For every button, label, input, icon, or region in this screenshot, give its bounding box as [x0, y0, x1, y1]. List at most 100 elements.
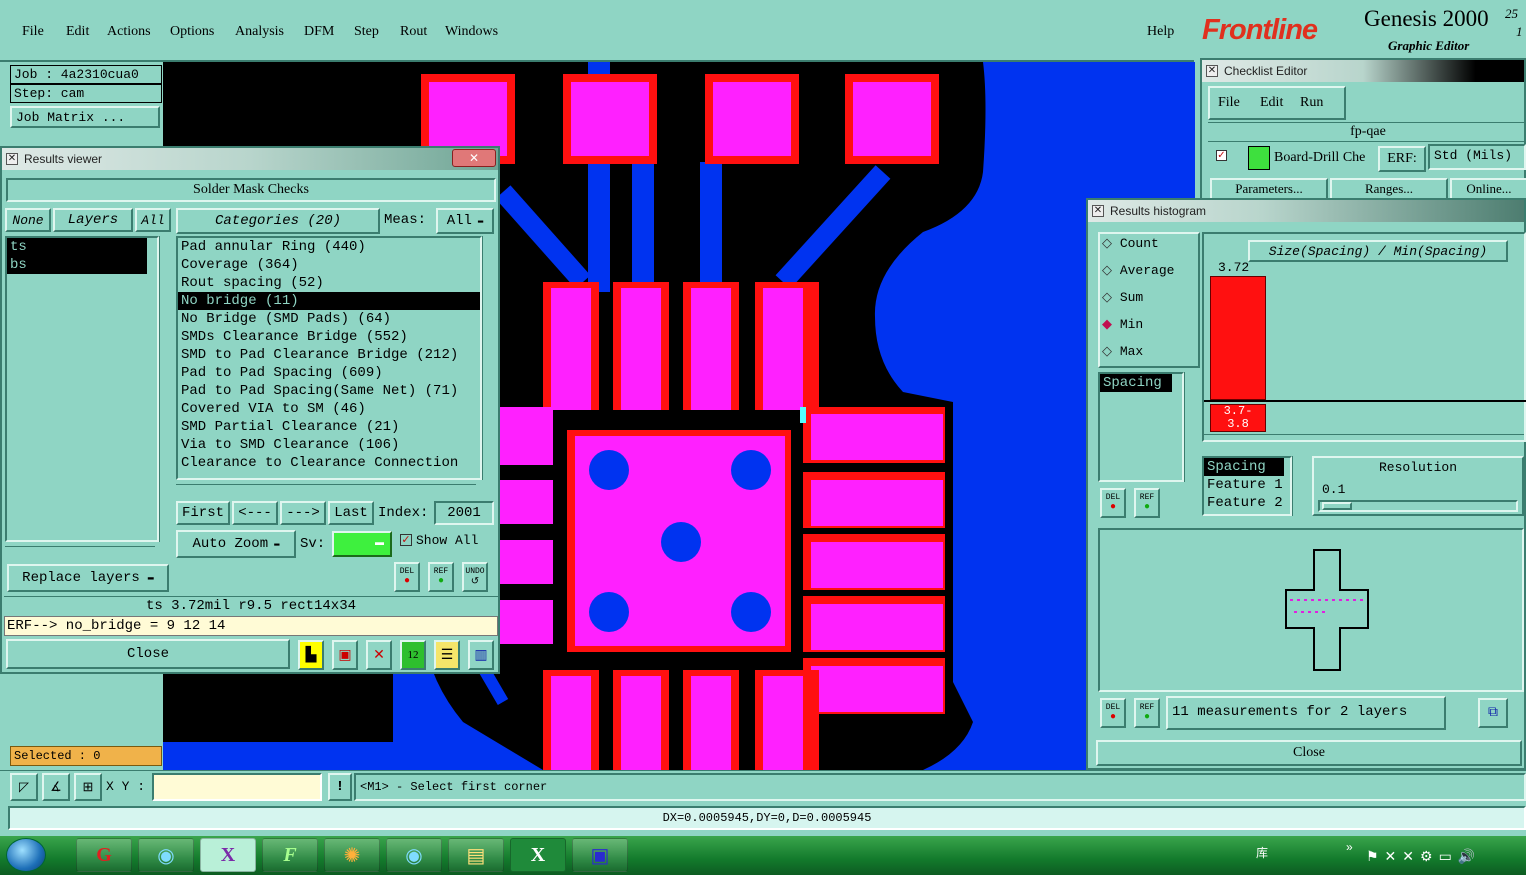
- tray-icons[interactable]: ⚑✕✕⚙▭🔊: [1366, 848, 1481, 865]
- categories-list[interactable]: Pad annular Ring (440) Coverage (364) Ro…: [176, 236, 482, 480]
- folder-icon[interactable]: ▤: [448, 838, 504, 872]
- replace-layers-button[interactable]: Replace layers ▬: [7, 564, 169, 592]
- genesis-icon[interactable]: G: [76, 838, 132, 872]
- histogram-titlebar[interactable]: ✕ Results histogram: [1088, 200, 1524, 222]
- layer-item[interactable]: bs: [7, 256, 147, 274]
- item-checkbox[interactable]: ✓: [1216, 150, 1227, 161]
- online-button[interactable]: Online...: [1450, 178, 1526, 200]
- index-input[interactable]: 2001: [434, 501, 494, 525]
- del-button[interactable]: DEL ●: [394, 562, 420, 592]
- window-icon[interactable]: ⧉: [1478, 698, 1508, 728]
- measure-icon[interactable]: ∡: [42, 773, 70, 801]
- category-item[interactable]: Pad to Pad Spacing (609): [178, 364, 480, 382]
- x-tool-icon[interactable]: X: [200, 838, 256, 872]
- param-item[interactable]: Spacing: [1100, 374, 1172, 392]
- erase-icon[interactable]: ✕: [366, 640, 392, 670]
- category-item[interactable]: SMD to Pad Clearance Bridge (212): [178, 346, 480, 364]
- last-button[interactable]: Last: [328, 501, 374, 525]
- chart-hscrollbar[interactable]: [1204, 434, 1524, 442]
- menu-step[interactable]: Step: [354, 24, 379, 40]
- results-close-button[interactable]: Close: [6, 639, 290, 669]
- undo-button[interactable]: UNDO ↺: [462, 562, 488, 592]
- checklist-titlebar[interactable]: ✕ Checklist Editor: [1202, 60, 1524, 82]
- param-scrollbar[interactable]: [1184, 372, 1198, 482]
- save-icon[interactable]: ▣: [572, 838, 628, 872]
- parameters-button[interactable]: Parameters...: [1210, 178, 1328, 200]
- category-item[interactable]: Coverage (364): [178, 256, 480, 274]
- resolution-slider[interactable]: [1318, 500, 1518, 512]
- tray-expand-icon[interactable]: »: [1346, 840, 1353, 854]
- mode-sum[interactable]: ◇ Sum: [1102, 290, 1174, 317]
- categories-hscrollbar[interactable]: [176, 484, 476, 496]
- mode-min[interactable]: ◆ Min: [1102, 317, 1174, 344]
- menu-help[interactable]: Help: [1147, 24, 1174, 40]
- all-button[interactable]: All: [135, 208, 171, 232]
- histogram-icon[interactable]: ▥: [468, 640, 494, 670]
- category-item[interactable]: Rout spacing (52): [178, 274, 480, 292]
- mode-count[interactable]: ◇ Count: [1102, 236, 1174, 263]
- layers-button[interactable]: Layers: [53, 208, 133, 232]
- histogram-bar[interactable]: [1210, 276, 1266, 400]
- hist-ref-button[interactable]: REF ●: [1134, 488, 1160, 518]
- category-item[interactable]: Pad annular Ring (440): [178, 238, 480, 256]
- close-icon[interactable]: ✕: [1206, 65, 1218, 77]
- category-item[interactable]: Covered VIA to SM (46): [178, 400, 480, 418]
- report-icon[interactable]: ▣: [332, 640, 358, 670]
- erf-value[interactable]: Std (Mils): [1428, 144, 1526, 170]
- f-icon[interactable]: F: [262, 838, 318, 872]
- feature-item[interactable]: Spacing: [1204, 458, 1284, 476]
- menu-options[interactable]: Options: [170, 24, 214, 40]
- menu-analysis[interactable]: Analysis: [235, 24, 284, 40]
- ref-button[interactable]: REF ●: [428, 562, 454, 592]
- feature-item[interactable]: Feature 1: [1204, 476, 1290, 494]
- first-button[interactable]: First: [176, 501, 230, 525]
- menu-dfm[interactable]: DFM: [304, 24, 334, 40]
- menu-file[interactable]: File: [22, 24, 44, 40]
- hist-del-button-2[interactable]: DEL ●: [1100, 698, 1126, 728]
- eye2-icon[interactable]: ◉: [386, 838, 442, 872]
- feature-item[interactable]: Feature 2: [1204, 494, 1290, 512]
- category-item[interactable]: SMDs Clearance Bridge (552): [178, 328, 480, 346]
- none-button[interactable]: None: [5, 208, 51, 232]
- category-item[interactable]: Via to SMD Clearance (106): [178, 436, 480, 454]
- meas-dropdown[interactable]: All ▬: [436, 208, 494, 234]
- histogram-close-button[interactable]: Close: [1096, 740, 1522, 766]
- grid-icon[interactable]: ⊞: [74, 773, 102, 801]
- feature-scrollbar[interactable]: [1292, 456, 1306, 516]
- next-button[interactable]: --->: [280, 501, 326, 525]
- xy-input[interactable]: [152, 773, 322, 801]
- feature-list[interactable]: Spacing Feature 1 Feature 2: [1202, 456, 1292, 516]
- menu-rout[interactable]: Rout: [400, 24, 427, 40]
- sv-color-dropdown[interactable]: ▬: [332, 531, 392, 557]
- sequence-icon[interactable]: 12: [400, 640, 426, 670]
- layer-item[interactable]: ts: [7, 238, 147, 256]
- ce-menu-file[interactable]: File: [1218, 95, 1240, 111]
- job-matrix-button[interactable]: Job Matrix ...: [10, 106, 160, 128]
- eye-icon[interactable]: ◉: [138, 838, 194, 872]
- hist-del-button[interactable]: DEL ●: [1100, 488, 1126, 518]
- prev-button[interactable]: <---: [232, 501, 278, 525]
- ce-menu-run[interactable]: Run: [1300, 95, 1323, 111]
- shell-icon[interactable]: ✺: [324, 838, 380, 872]
- hist-ref-button-2[interactable]: REF ●: [1134, 698, 1160, 728]
- layers-hscrollbar[interactable]: [5, 546, 155, 558]
- results-viewer-titlebar[interactable]: ✕ Results viewer ✕: [2, 148, 498, 170]
- menu-edit[interactable]: Edit: [66, 24, 89, 40]
- category-item[interactable]: Pad to Pad Spacing(Same Net) (71): [178, 382, 480, 400]
- zoom-box-icon[interactable]: ◸: [10, 773, 38, 801]
- close-icon[interactable]: ✕: [6, 153, 18, 165]
- slider-handle[interactable]: [1322, 502, 1352, 510]
- close-icon[interactable]: ✕: [1092, 205, 1104, 217]
- alert-icon[interactable]: !: [328, 773, 352, 801]
- erf-button[interactable]: ERF:: [1378, 146, 1426, 172]
- chart-title[interactable]: Size(Spacing) / Min(Spacing): [1248, 240, 1508, 262]
- list-icon[interactable]: ☰: [434, 640, 460, 670]
- mode-max[interactable]: ◇ Max: [1102, 344, 1174, 371]
- auto-zoom-dropdown[interactable]: Auto Zoom ▬: [176, 530, 296, 558]
- ce-menu-edit[interactable]: Edit: [1260, 95, 1283, 111]
- checklist-item[interactable]: Board-Drill Che: [1274, 150, 1365, 166]
- categories-scrollbar[interactable]: [482, 236, 496, 480]
- layers-list[interactable]: ts bs: [5, 236, 159, 542]
- show-all-checkbox[interactable]: ✓: [400, 534, 412, 546]
- window-close-icon[interactable]: ✕: [452, 149, 496, 167]
